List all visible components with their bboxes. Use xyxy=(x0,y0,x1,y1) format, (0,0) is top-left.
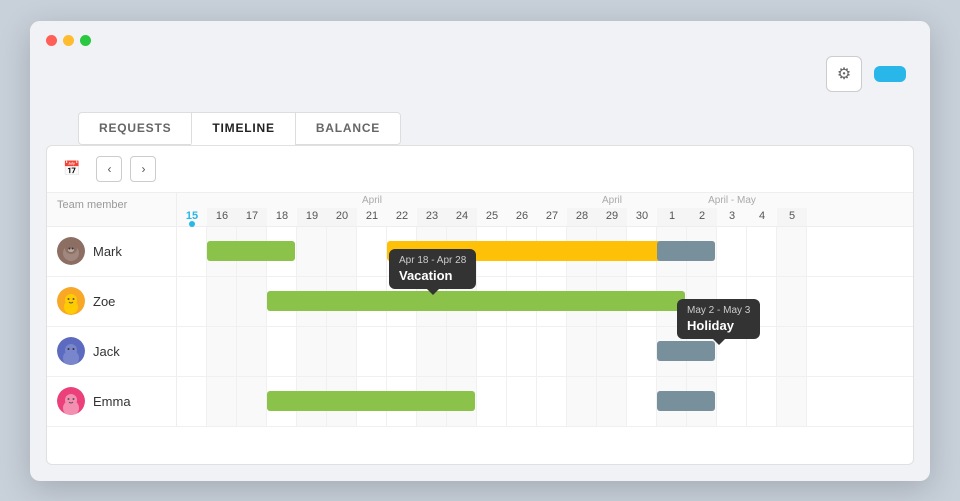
member-cell: Jack xyxy=(47,327,177,376)
bars-container xyxy=(177,327,913,376)
date-cell: 21 xyxy=(357,208,387,226)
month-label: April xyxy=(177,193,567,208)
minimize-button[interactable] xyxy=(63,35,74,46)
next-date-button[interactable]: › xyxy=(130,156,156,182)
date-cell: 18 xyxy=(267,208,297,226)
app-window: ⚙ REQUESTS TIMELINE BALANCE 📅 ‹ › Team m… xyxy=(30,21,930,481)
date-cell: 28 xyxy=(567,208,597,226)
time-bar[interactable] xyxy=(657,241,715,261)
time-bar[interactable] xyxy=(267,391,475,411)
header: ⚙ xyxy=(30,46,930,92)
date-cell: 1 xyxy=(657,208,687,226)
timeline-header: Team memberAprilAprilApril - May15161718… xyxy=(47,193,913,227)
member-cell: Emma xyxy=(47,377,177,426)
bars-container xyxy=(177,227,913,276)
tabs-bar: REQUESTS TIMELINE BALANCE xyxy=(30,92,930,145)
table-row: Emma xyxy=(47,377,913,427)
tabs: REQUESTS TIMELINE BALANCE xyxy=(54,100,906,145)
member-name: Zoe xyxy=(93,294,115,309)
date-cell: 22 xyxy=(387,208,417,226)
date-cell: 19 xyxy=(297,208,327,226)
date-cell: 5 xyxy=(777,208,807,226)
tooltip-date: May 2 - May 3 xyxy=(687,305,750,316)
calendar-icon: 📅 xyxy=(63,160,80,177)
avatar xyxy=(57,237,85,265)
date-nav: 📅 ‹ › xyxy=(47,146,913,193)
month-label: April xyxy=(567,193,657,208)
avatar xyxy=(57,287,85,315)
date-cell: 27 xyxy=(537,208,567,226)
tab-timeline[interactable]: TIMELINE xyxy=(191,112,294,145)
prev-date-button[interactable]: ‹ xyxy=(96,156,122,182)
traffic-lights xyxy=(46,35,91,46)
time-bar[interactable] xyxy=(657,391,715,411)
table-row: Mark xyxy=(47,227,913,277)
column-header-name: Team member xyxy=(47,193,177,226)
tab-requests[interactable]: REQUESTS xyxy=(78,112,191,145)
date-cell: 26 xyxy=(507,208,537,226)
member-cell: Zoe xyxy=(47,277,177,326)
member-cell: Mark xyxy=(47,227,177,276)
tooltip-label: Holiday xyxy=(687,318,750,333)
time-bar[interactable] xyxy=(207,241,295,261)
date-cell: 16 xyxy=(207,208,237,226)
avatar xyxy=(57,337,85,365)
table-row: Zoe xyxy=(47,277,913,327)
content-panel: 📅 ‹ › Team memberAprilAprilApril - May15… xyxy=(46,145,914,465)
date-cell: 15 xyxy=(177,208,207,226)
close-button[interactable] xyxy=(46,35,57,46)
request-time-off-button[interactable] xyxy=(874,66,906,82)
month-label: April - May xyxy=(657,193,807,208)
tooltip-label: Vacation xyxy=(399,268,466,283)
tooltip-date: Apr 18 - Apr 28 xyxy=(399,255,466,266)
member-name: Jack xyxy=(93,344,120,359)
bars-container xyxy=(177,277,913,326)
header-actions: ⚙ xyxy=(826,56,906,92)
bars-container xyxy=(177,377,913,426)
time-bar[interactable] xyxy=(267,291,685,311)
date-cell: 25 xyxy=(477,208,507,226)
date-cell: 23 xyxy=(417,208,447,226)
date-cell: 2 xyxy=(687,208,717,226)
vacation-tooltip: Apr 18 - Apr 28 Vacation xyxy=(389,249,476,289)
date-cell: 24 xyxy=(447,208,477,226)
date-cell: 29 xyxy=(597,208,627,226)
date-cell: 17 xyxy=(237,208,267,226)
maximize-button[interactable] xyxy=(80,35,91,46)
table-row: Jack xyxy=(47,327,913,377)
avatar xyxy=(57,387,85,415)
date-cell: 3 xyxy=(717,208,747,226)
date-cell: 20 xyxy=(327,208,357,226)
tab-balance[interactable]: BALANCE xyxy=(295,112,401,145)
time-bar[interactable] xyxy=(657,341,715,361)
title-bar xyxy=(30,21,930,46)
date-cell: 4 xyxy=(747,208,777,226)
member-name: Mark xyxy=(93,244,122,259)
settings-button[interactable]: ⚙ xyxy=(826,56,862,92)
timeline: Team memberAprilAprilApril - May15161718… xyxy=(47,193,913,464)
gear-icon: ⚙ xyxy=(837,64,851,84)
date-cell: 30 xyxy=(627,208,657,226)
holiday-tooltip: May 2 - May 3 Holiday xyxy=(677,299,760,339)
member-name: Emma xyxy=(93,394,131,409)
